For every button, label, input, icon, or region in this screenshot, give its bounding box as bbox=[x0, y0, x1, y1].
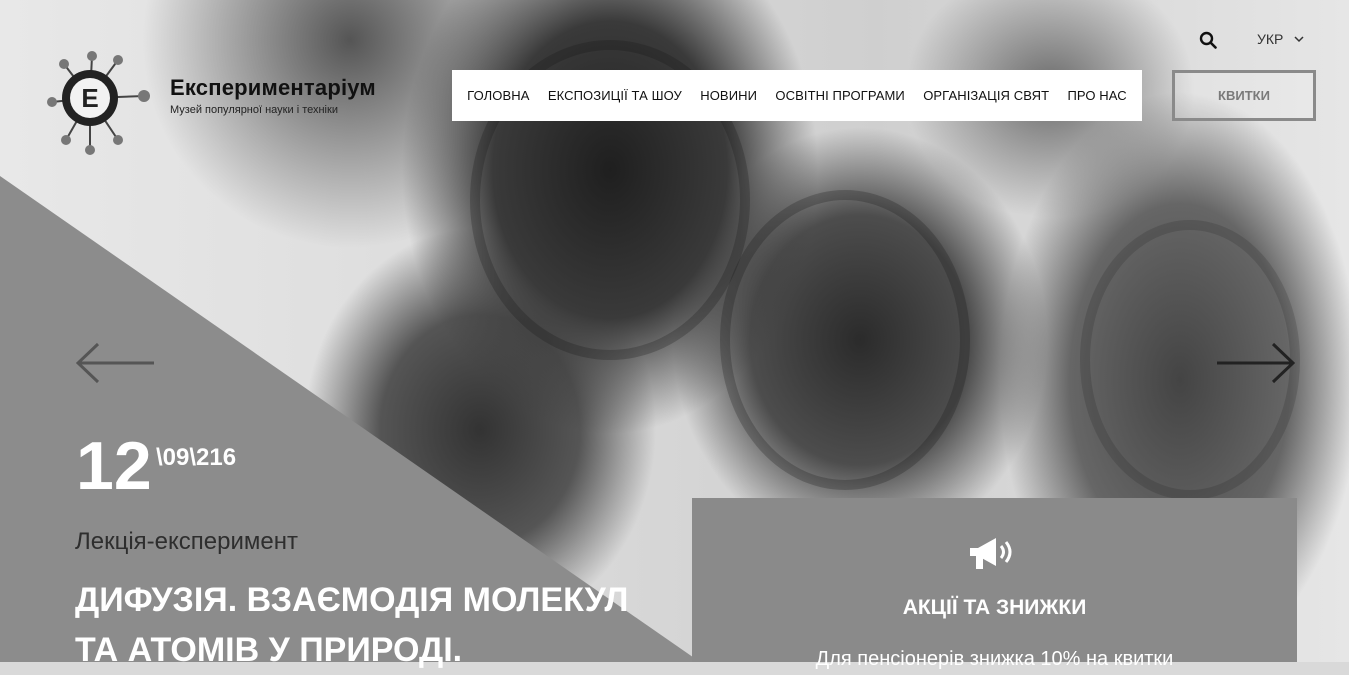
logo-letter: E bbox=[81, 83, 98, 113]
event-month-year: \09\216 bbox=[156, 444, 237, 471]
brand-tagline: Музей популярної науки і техніки bbox=[170, 104, 338, 116]
event-title-line: Дифузія. Взаємодія молекул bbox=[75, 581, 629, 619]
nav-item-about[interactable]: Про нас bbox=[1067, 88, 1126, 103]
promo-text: Для пенсіонерів знижка 10% на квитки bbox=[815, 648, 1174, 670]
megaphone-icon bbox=[970, 538, 1012, 569]
language-selector[interactable]: УКР bbox=[1257, 31, 1283, 47]
event-title[interactable]: Дифузія. Взаємодія молекул та атомів у п… bbox=[75, 575, 675, 675]
nav-item-education[interactable]: Освітні програми bbox=[775, 88, 904, 103]
nav-item-home[interactable]: Головна bbox=[467, 88, 529, 103]
site-logo[interactable]: E bbox=[46, 50, 156, 156]
promo-card[interactable]: Акції та знижки Для пенсіонерів знижка 1… bbox=[692, 498, 1297, 670]
brand-name[interactable]: Експериментаріум bbox=[170, 75, 376, 101]
main-navigation: Головна Експозиції та шоу Новини Освітні… bbox=[452, 70, 1142, 121]
nav-item-exhibitions[interactable]: Експозиції та шоу bbox=[548, 88, 682, 103]
nav-item-events[interactable]: Організація свят bbox=[923, 88, 1049, 103]
logo-atom-icon: E bbox=[47, 51, 150, 155]
nav-item-news[interactable]: Новини bbox=[700, 88, 757, 103]
smoke-swirl bbox=[720, 190, 970, 490]
event-title-line: та атомів у природі. bbox=[75, 631, 463, 669]
arrow-right-icon[interactable] bbox=[1215, 342, 1295, 384]
arrow-left-icon[interactable] bbox=[76, 342, 156, 384]
event-type: Лекція-експеримент bbox=[75, 528, 298, 555]
chevron-down-icon[interactable] bbox=[1294, 35, 1304, 43]
tickets-button[interactable]: КВИТКИ bbox=[1172, 70, 1316, 121]
search-icon[interactable] bbox=[1199, 31, 1217, 49]
event-day: 12 bbox=[76, 428, 152, 504]
promo-title: Акції та знижки bbox=[902, 596, 1087, 619]
